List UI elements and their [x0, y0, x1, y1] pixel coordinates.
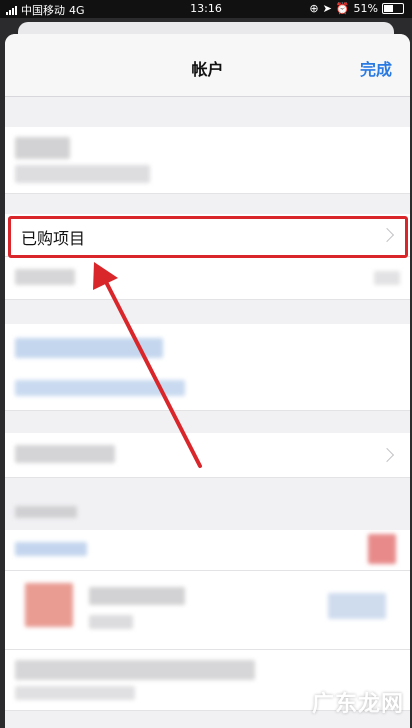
watermark-logo: 广东龙网: [311, 692, 404, 717]
annotation-arrow: [93, 262, 202, 468]
